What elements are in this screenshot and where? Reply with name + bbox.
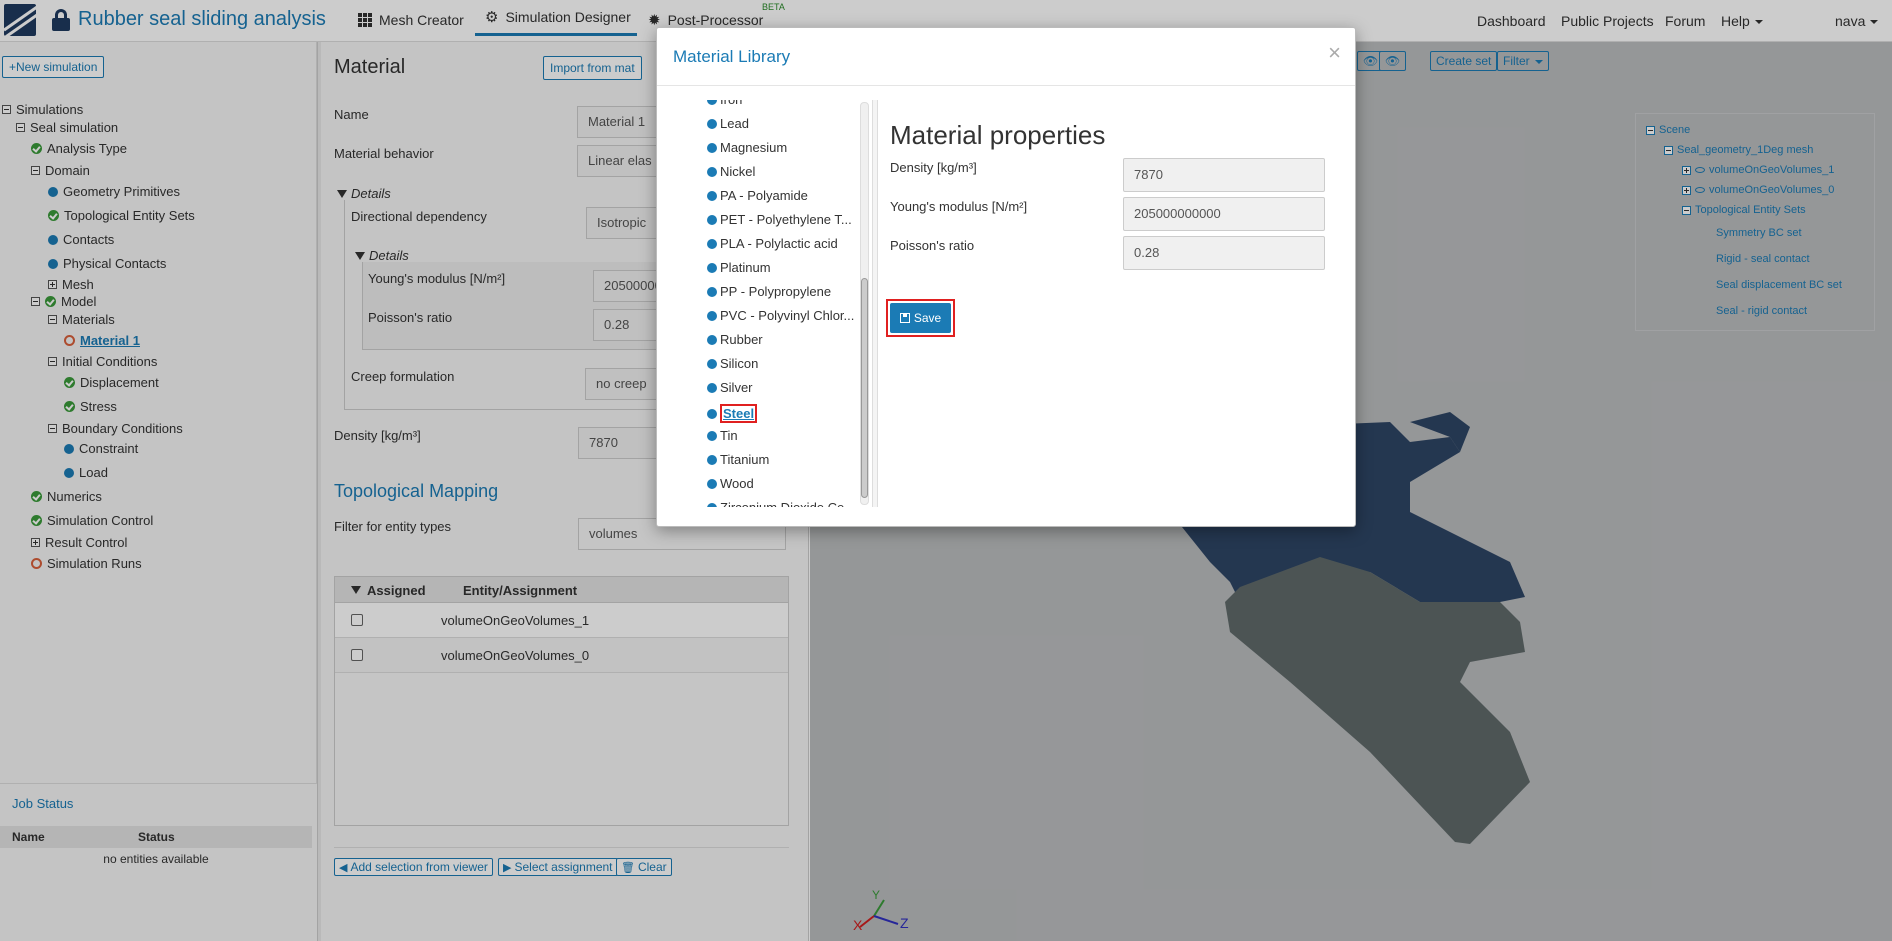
material-list-item[interactable]: PP - Polypropylene: [707, 284, 831, 299]
scrollbar-thumb[interactable]: [861, 278, 868, 498]
material-label: Tin: [720, 428, 738, 443]
material-list-item[interactable]: Titanium: [707, 452, 769, 467]
density-label: Density [kg/m³]: [890, 160, 977, 175]
material-list-item[interactable]: Silver: [707, 380, 753, 395]
material-dot-icon: [707, 502, 717, 507]
material-dot-icon: [707, 382, 717, 393]
material-dot-icon: [707, 358, 717, 369]
material-dot-icon: [707, 262, 717, 273]
panel-splitter[interactable]: [872, 100, 878, 507]
material-list-item[interactable]: Rubber: [707, 332, 763, 347]
material-list-item[interactable]: PET - Polyethylene T...: [707, 212, 852, 227]
material-label: PLA - Polylactic acid: [720, 236, 838, 251]
close-icon[interactable]: ×: [1328, 42, 1341, 64]
material-dot-icon: [707, 286, 717, 297]
material-dot-icon: [707, 118, 717, 129]
material-label: PVC - Polyvinyl Chlor...: [720, 308, 855, 323]
material-list-item[interactable]: Iron: [707, 100, 742, 107]
material-label: Silver: [720, 380, 753, 395]
material-list-item[interactable]: PVC - Polyvinyl Chlor...: [707, 308, 854, 323]
material-list-item[interactable]: Magnesium: [707, 140, 787, 155]
material-dot-icon: [707, 430, 717, 441]
material-library-dialog: Material Library × Iron Lead Magnesium Nick…: [656, 27, 1356, 527]
density-field[interactable]: 7870: [1123, 158, 1325, 192]
poisson-field[interactable]: 0.28: [1123, 236, 1325, 270]
material-list-item[interactable]: Lead: [707, 116, 749, 131]
material-list-item[interactable]: Wood: [707, 476, 754, 491]
material-list-item[interactable]: Nickel: [707, 164, 755, 179]
list-scrollbar[interactable]: [860, 102, 869, 505]
youngs-label: Young's modulus [N/m²]: [890, 199, 1028, 214]
material-label: Silicon: [720, 356, 759, 371]
material-list-item[interactable]: PA - Polyamide: [707, 188, 808, 203]
material-dot-icon: [707, 334, 717, 345]
save-button[interactable]: Save: [890, 303, 951, 333]
material-list-item[interactable]: Platinum: [707, 260, 771, 275]
material-dot-icon: [707, 190, 717, 201]
material-list-item[interactable]: Zirconium Dioxide Ce...: [707, 500, 855, 507]
floppy-icon: [899, 313, 910, 323]
youngs-field[interactable]: 205000000000: [1123, 197, 1325, 231]
material-dot-icon: [707, 310, 717, 321]
material-label: PP - Polypropylene: [720, 284, 832, 299]
material-dot-icon: [707, 214, 717, 225]
material-label: Iron: [720, 100, 742, 107]
modal-title: Material Library: [673, 47, 791, 66]
material-list-item[interactable]: Silicon: [707, 356, 758, 371]
material-dot-icon: [707, 408, 717, 419]
material-dot-icon: [707, 166, 717, 177]
properties-title: Material properties: [890, 120, 1106, 150]
material-list-item[interactable]: Tin: [707, 428, 738, 443]
material-label: Lead: [720, 116, 749, 131]
poisson-label: Poisson's ratio: [890, 238, 975, 253]
material-dot-icon: [707, 478, 717, 489]
material-dot-icon: [707, 454, 717, 465]
material-list: Iron Lead Magnesium Nickel PA - Polyamide PET…: [707, 100, 877, 507]
material-label: Magnesium: [720, 140, 788, 155]
material-label: Platinum: [720, 260, 771, 275]
material-label: Nickel: [720, 164, 756, 179]
material-label: PA - Polyamide: [720, 188, 808, 203]
save-label: Save: [913, 311, 942, 325]
material-label: Zirconium Dioxide Ce...: [720, 500, 855, 507]
material-label: Rubber: [720, 332, 763, 347]
material-list-item[interactable]: PLA - Polylactic acid: [707, 236, 838, 251]
material-label: PET - Polyethylene T...: [720, 212, 852, 227]
material-label: Titanium: [720, 452, 770, 467]
modal-header: Material Library ×: [657, 28, 1355, 86]
material-dot-icon: [707, 238, 717, 249]
material-list-item[interactable]: Steel: [707, 404, 758, 423]
material-dot-icon: [707, 142, 717, 153]
material-label: Wood: [720, 476, 754, 491]
material-dot-icon: [707, 100, 717, 105]
material-label: Steel: [720, 404, 758, 423]
